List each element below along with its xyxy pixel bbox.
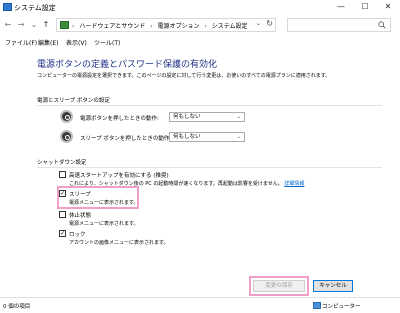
page-description: コンピューターの電源設定を選択できます。このページの設定に対して行う変更は、お使… [37,73,331,79]
refresh-icon[interactable]: ↻ [266,19,273,28]
breadcrumb-separator: › [72,23,75,30]
breadcrumb-separator: › [204,23,207,30]
menu-bar: ファイル(F) 編集(E) 表示(V) ツール(T) [0,36,400,48]
item-count: 0 個の項目 [3,304,31,310]
check-mark-icon: ✓ [60,190,66,197]
chevron-down-icon: ⌄ [236,134,241,140]
search-input[interactable] [287,18,391,32]
lock-label: ロック [69,232,86,238]
maximize-button[interactable]: ☐ [353,0,377,14]
sleep-description: 電源メニューに表示されます。 [69,200,139,206]
address-bar[interactable]: › ハードウェアとサウンド › 電源オプション › システム設定 ⌄ ↻ [56,18,276,32]
power-button-icon [60,110,73,123]
lock-checkbox[interactable]: ✓ [59,230,66,237]
power-section-title: 電源とスリープ ボタンの設定 [37,98,110,104]
title-bar: システム設定 — ☐ ✕ [0,0,400,14]
power-button-label: 電源ボタンを押したときの動作: [80,116,159,122]
sleep-button-select[interactable]: 何もしない ⌄ [169,132,245,142]
shutdown-section-title: シャットダウン設定 [37,160,87,166]
chevron-down-icon: ⌄ [236,114,241,120]
breadcrumb-power-options[interactable]: 電源オプション [157,23,199,30]
lock-description: アカウントの画像メニューに表示されます。 [69,240,169,246]
sleep-checkbox[interactable]: ✓ [59,190,66,197]
hibernate-label: 休止状態 [69,213,92,219]
back-button[interactable]: ← [2,19,14,31]
more-info-link[interactable]: 詳細情報 [284,181,304,187]
recent-locations-button[interactable]: ⌄ [28,19,40,31]
breadcrumb-system-settings[interactable]: システム設定 [212,23,248,30]
check-mark-icon: ✓ [60,230,66,237]
breadcrumb-hardware-sound[interactable]: ハードウェアとサウンド [79,23,145,30]
fast-startup-checkbox[interactable] [59,171,66,178]
menu-file[interactable]: ファイル(F) [5,38,37,47]
location-label: コンピューター [322,304,361,310]
control-panel-icon [3,3,12,11]
hibernate-description: 電源メニューに表示されます。 [69,221,139,227]
sleep-button-icon [60,130,73,143]
sleep-label: スリープ [69,192,91,198]
address-row: ← → ⌄ ↑ › ハードウェアとサウンド › 電源オプション › システム設定… [0,16,400,34]
forward-button[interactable]: → [15,19,27,31]
main-content: 電源ボタンの定義とパスワード保護の有効化 コンピューターの電源設定を選択できます… [0,50,400,296]
window-title: システム設定 [14,4,56,12]
menu-view[interactable]: 表示(V) [66,38,87,47]
breadcrumb-separator: › [150,23,153,30]
search-icon [378,21,386,29]
computer-icon [313,302,321,309]
divider [37,105,382,106]
minimize-button[interactable]: — [329,0,353,14]
power-button-select[interactable]: 何もしない ⌄ [169,112,245,122]
menu-tools[interactable]: ツール(T) [94,38,120,47]
fast-startup-label: 高速スタートアップを有効にする (推奨) [69,173,169,179]
divider [37,167,382,168]
page-title: 電源ボタンの定義とパスワード保護の有効化 [37,60,218,70]
breadcrumb: › ハードウェアとサウンド › 電源オプション › システム設定 [72,21,251,30]
save-changes-button[interactable]: 変更の保存 [253,280,305,292]
power-button-value: 何もしない [173,114,201,120]
cancel-button[interactable]: キャンセル [313,280,353,292]
hibernate-checkbox[interactable] [59,211,66,218]
status-bar: 0 個の項目 コンピューター [0,297,400,313]
up-button[interactable]: ↑ [40,19,52,31]
menu-edit[interactable]: 編集(E) [38,38,58,47]
sleep-button-label: スリープ ボタンを押したときの動作: [80,136,172,142]
control-panel-icon [60,21,69,29]
address-dropdown-icon[interactable]: ⌄ [256,20,261,27]
sleep-button-value: 何もしない [173,134,201,140]
close-button[interactable]: ✕ [376,0,400,14]
